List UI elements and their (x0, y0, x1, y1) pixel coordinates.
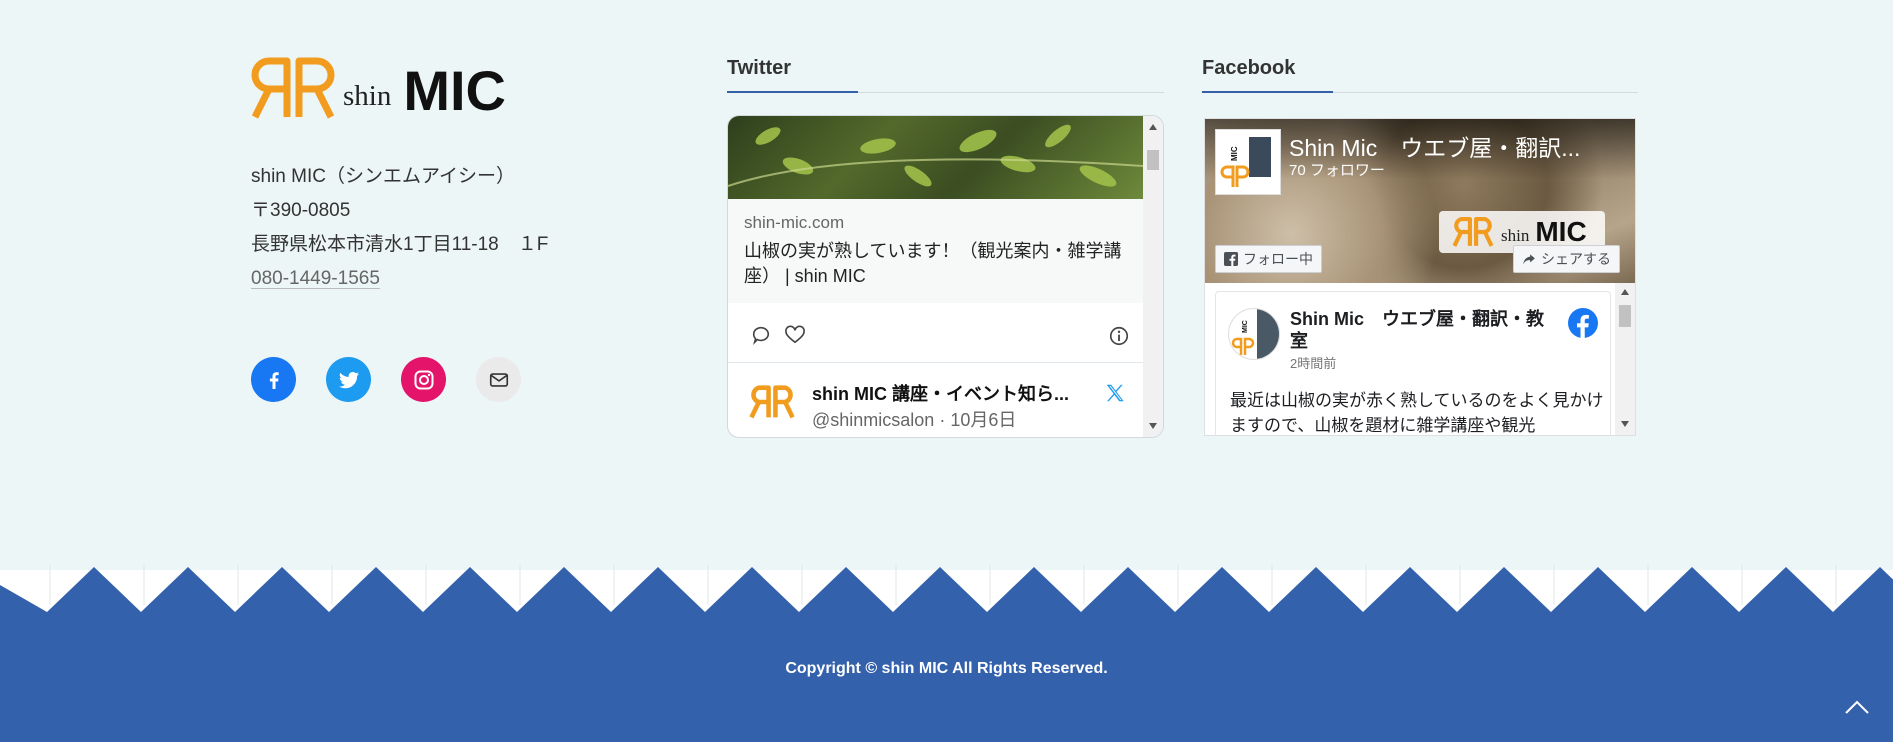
facebook-link[interactable] (251, 357, 296, 402)
mail-icon (489, 372, 508, 387)
author-handle: @shinmicsalon · 10月6日 (812, 410, 1017, 430)
twitter-title-underline (727, 91, 1164, 93)
post-avatar[interactable]: MIC (1228, 308, 1280, 360)
logo-text-mic: MIC (403, 59, 506, 122)
share-icon (1523, 254, 1535, 265)
phone-link[interactable]: 080-1449-1565 (251, 268, 380, 289)
facebook-cover-image[interactable]: MIC Shin Mic ウエブ屋・翻訳... 70 フォロワー shin MI… (1205, 119, 1635, 283)
svg-text:MIC: MIC (1242, 320, 1249, 333)
author-avatar-icon (749, 385, 795, 419)
facebook-small-icon (1224, 252, 1238, 266)
facebook-icon (269, 371, 279, 389)
twitter-link[interactable] (326, 357, 371, 402)
social-links (251, 357, 521, 402)
site-footer (0, 565, 1893, 742)
footer-widgets-area: shin MIC shin MIC（シンエムアイシー） 〒390-0805 長野… (0, 0, 1893, 570)
post-avatar-icon: MIC (1231, 309, 1279, 359)
svg-text:MIC: MIC (1230, 146, 1239, 161)
page-logo-icon: MIC (1220, 137, 1271, 187)
reply-icon[interactable] (750, 325, 772, 345)
street-address: 長野県松本市清水1丁目11-18 １F (251, 234, 549, 255)
facebook-page-widget[interactable]: MIC Shin Mic ウエブ屋・翻訳... 70 フォロワー shin MI… (1204, 118, 1636, 436)
zigzag-shape (0, 567, 1893, 742)
cover-logo-shin: shin (1501, 226, 1530, 245)
post-page-name[interactable]: Shin Mic ウエブ屋・翻訳・教室 (1290, 308, 1560, 352)
zigzag-divider (0, 565, 1893, 742)
post-timestamp[interactable]: 2時間前 (1290, 353, 1336, 372)
back-to-top-button[interactable] (1843, 698, 1871, 718)
site-logo[interactable]: shin MIC (251, 55, 506, 119)
post-text: 最近は山椒の実が赤く熟しているのをよく見かけますので、山椒を題材に雑学講座や観光 (1230, 391, 1604, 435)
postal-code: 〒390-0805 (251, 200, 351, 221)
x-logo-icon[interactable] (1104, 382, 1126, 404)
instagram-icon (414, 370, 433, 389)
share-button-label: シェアする (1541, 251, 1611, 267)
share-button[interactable]: シェアする (1513, 245, 1620, 273)
follow-button[interactable]: フォロー中 (1215, 245, 1322, 273)
facebook-widget-title: Facebook (1202, 57, 1296, 79)
page-thumbnail[interactable]: MIC (1215, 129, 1281, 195)
cover-logo-mic: MIC (1535, 216, 1587, 247)
logo-text-shin: shin (343, 80, 392, 112)
facebook-page-name[interactable]: Shin Mic ウエブ屋・翻訳... (1289, 129, 1580, 163)
tweet-card-image[interactable] (728, 116, 1144, 199)
tweet-link-card[interactable]: shin-mic.com 山椒の実が熟しています！（観光案内・雑学講座） | s… (728, 199, 1143, 303)
facebook-post[interactable]: MIC Shin Mic ウエブ屋・翻訳・教室 2時間前 最近は山椒の実が赤く熟… (1215, 291, 1611, 435)
tweet-separator (728, 362, 1143, 363)
mail-link[interactable] (476, 357, 521, 402)
leaves-image (728, 124, 1144, 187)
company-name: shin MIC（シンエムアイシー） (251, 166, 516, 187)
chevron-up-icon (1845, 700, 1869, 714)
twitter-icon (338, 371, 359, 388)
follow-button-label: フォロー中 (1243, 251, 1313, 267)
twitter-widget-title: Twitter (727, 57, 792, 79)
contact-info: shin MIC（シンエムアイシー） 〒390-0805 長野県松本市清水1丁目… (251, 160, 548, 296)
tweet-author[interactable]: shin MIC 講座・イベント知ら... @shinmicsalon · 10… (748, 378, 1138, 434)
instagram-link[interactable] (401, 357, 446, 402)
facebook-scrollbar[interactable] (1615, 283, 1635, 435)
cover-logo-mark-icon (1452, 217, 1494, 247)
facebook-title-underline (1202, 91, 1638, 93)
tweet-card-title: 山椒の実が熟しています！（観光案内・雑学講座） | shin MIC (744, 241, 1122, 286)
twitter-timeline-widget[interactable]: shin-mic.com 山椒の実が熟しています！（観光案内・雑学講座） | s… (727, 115, 1164, 438)
author-name: shin MIC 講座・イベント知ら... (812, 384, 1069, 404)
copyright-text: Copyright © shin MIC All Rights Reserved… (785, 660, 1108, 677)
tweet-actions (750, 323, 1130, 347)
facebook-logo-icon[interactable] (1568, 308, 1598, 338)
tweet-card-domain: shin-mic.com (744, 213, 845, 232)
twitter-scrollbar[interactable] (1143, 116, 1163, 437)
logo-mark-icon (251, 57, 335, 119)
info-icon[interactable] (1108, 325, 1130, 347)
facebook-followers: 70 フォロワー (1289, 162, 1385, 179)
heart-icon[interactable] (784, 325, 806, 345)
